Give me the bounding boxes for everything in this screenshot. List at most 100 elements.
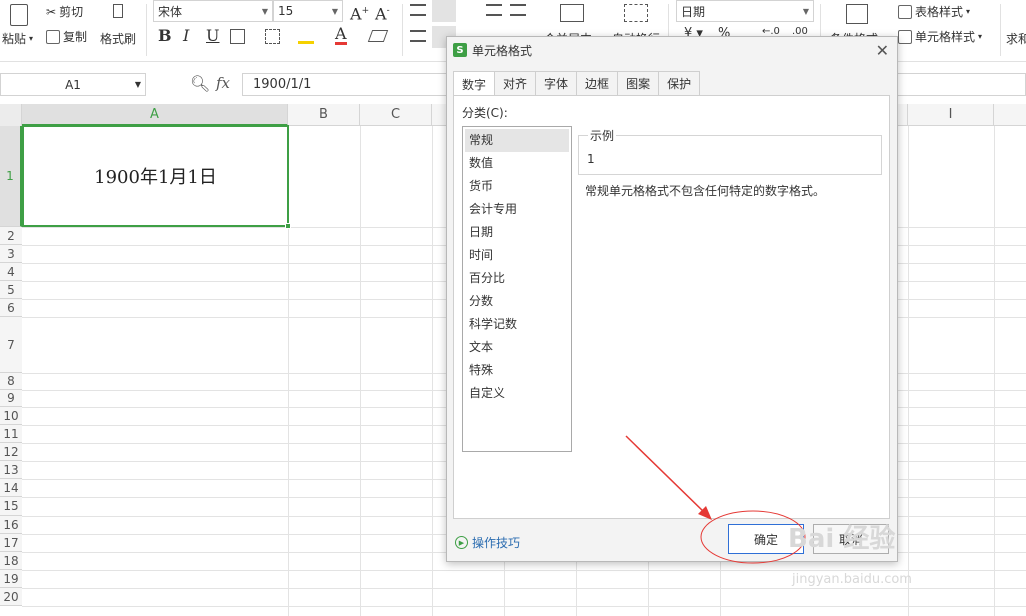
row-header-11[interactable]: 11 [0,425,22,443]
tips-label: 操作技巧 [472,536,521,550]
column-header-i[interactable]: I [908,104,994,126]
row-header-2[interactable]: 2 [0,227,22,245]
number-format-select[interactable]: 日期 ▼ [676,0,814,22]
category-label: 分类(C): [462,106,508,120]
format-painter-icon[interactable] [108,2,128,26]
watermark-url: jingyan.baidu.com [792,572,912,587]
italic-icon[interactable]: I [183,27,189,45]
copy-button[interactable]: 复制 [46,28,87,45]
row-header-3[interactable]: 3 [0,245,22,263]
row-header-1[interactable]: 1 [0,126,22,227]
tab-border[interactable]: 边框 [576,71,619,95]
paste-button[interactable]: 粘贴 ▾ [2,30,33,47]
fill-color-icon[interactable] [298,29,314,44]
category-item[interactable]: 数值 [465,152,569,175]
row-header-7[interactable]: 7 [0,317,22,373]
align-middle-icon[interactable] [432,0,456,22]
cell-style-label: 单元格样式 [915,30,976,44]
formula-value: 1900/1/1 [253,77,312,92]
font-color-icon[interactable]: A [335,26,347,45]
zoom-icon[interactable]: 🔍︎ [190,74,210,93]
conditional-format-icon[interactable] [846,4,868,24]
dialog-tabs: 数字 对齐 字体 边框 图案 保护 [453,71,701,96]
tab-number[interactable]: 数字 [453,71,496,96]
cell-a1[interactable]: 1900年1月1日 [22,125,289,227]
align-left-icon[interactable] [410,30,426,42]
paste-icon[interactable] [4,2,34,30]
tab-panel-number: 分类(C): 常规 数值 货币 会计专用 日期 时间 百分比 分数 科学记数 文… [453,95,890,519]
cut-button[interactable]: ✂ 剪切 [46,3,83,20]
wrap-icon[interactable] [624,4,648,22]
category-item[interactable]: 科学记数 [465,313,569,336]
row-header-16[interactable]: 16 [0,516,22,534]
tab-protection[interactable]: 保护 [658,71,701,95]
eraser-icon[interactable] [367,30,389,42]
bold-icon[interactable]: B [158,27,172,45]
category-item[interactable]: 百分比 [465,267,569,290]
category-item[interactable]: 特殊 [465,359,569,382]
category-item[interactable]: 时间 [465,244,569,267]
name-box[interactable]: A1 ▼ [0,73,146,96]
chevron-down-icon: ▼ [134,80,141,89]
grid-line [908,126,909,616]
fill-style-icon[interactable] [265,29,280,44]
chevron-down-icon: ▼ [802,6,809,16]
row-header-6[interactable]: 6 [0,299,22,317]
sum-button[interactable]: 求和 [1006,30,1026,47]
border-icon[interactable] [230,29,245,44]
baidu-watermark: Bai 经验 [788,524,896,554]
category-item[interactable]: 文本 [465,336,569,359]
category-list[interactable]: 常规 数值 货币 会计专用 日期 时间 百分比 分数 科学记数 文本 特殊 自定… [462,126,572,452]
merge-icon[interactable] [560,4,584,22]
row-header-10[interactable]: 10 [0,407,22,425]
category-item[interactable]: 货币 [465,175,569,198]
chevron-down-icon: ▼ [331,6,338,16]
font-name-select[interactable]: 宋体 ▼ [153,0,273,22]
copy-icon [46,29,60,44]
decrease-font-icon[interactable]: A- [375,2,390,23]
row-header-19[interactable]: 19 [0,570,22,588]
row-header-4[interactable]: 4 [0,263,22,281]
indent-increase-icon[interactable] [510,4,526,16]
cell-style-button[interactable]: 单元格样式 ▾ [898,28,982,45]
select-all-corner[interactable] [0,104,22,126]
increase-font-icon[interactable]: A+ [350,2,369,23]
font-size-select[interactable]: 15 ▼ [273,0,343,22]
copy-label: 复制 [63,30,88,44]
scissors-icon: ✂ [46,4,57,19]
row-header-14[interactable]: 14 [0,479,22,497]
column-header-j[interactable] [994,104,1026,126]
category-item[interactable]: 会计专用 [465,198,569,221]
grid-line [22,588,1026,589]
table-style-button[interactable]: 表格样式 ▾ [898,3,970,20]
tab-pattern[interactable]: 图案 [617,71,660,95]
tab-alignment[interactable]: 对齐 [494,71,537,95]
row-header-17[interactable]: 17 [0,534,22,552]
tab-font[interactable]: 字体 [535,71,578,95]
category-item[interactable]: 自定义 [465,382,569,405]
category-item[interactable]: 常规 [465,129,569,152]
fx-icon[interactable]: fx [216,74,230,92]
category-item[interactable]: 日期 [465,221,569,244]
row-header-12[interactable]: 12 [0,443,22,461]
column-header-b[interactable]: B [288,104,360,126]
indent-decrease-icon[interactable] [486,4,502,16]
fill-handle[interactable] [285,223,291,229]
row-header-15[interactable]: 15 [0,497,22,516]
row-header-8[interactable]: 8 [0,373,22,390]
underline-icon[interactable]: U [206,27,219,45]
row-header-9[interactable]: 9 [0,390,22,407]
align-top-icon[interactable] [410,4,426,16]
format-painter-button[interactable]: 格式刷 [100,30,136,47]
close-icon[interactable]: ✕ [876,41,889,60]
format-painter-label: 格式刷 [100,32,137,46]
row-header-5[interactable]: 5 [0,281,22,299]
row-header-18[interactable]: 18 [0,552,22,570]
tips-link[interactable]: ▶ 操作技巧 [455,534,520,551]
name-box-value: A1 [65,77,81,92]
row-header-13[interactable]: 13 [0,461,22,479]
column-header-c[interactable]: C [360,104,432,126]
row-header-20[interactable]: 20 [0,588,22,606]
column-header-a[interactable]: A [22,104,288,126]
category-item[interactable]: 分数 [465,290,569,313]
